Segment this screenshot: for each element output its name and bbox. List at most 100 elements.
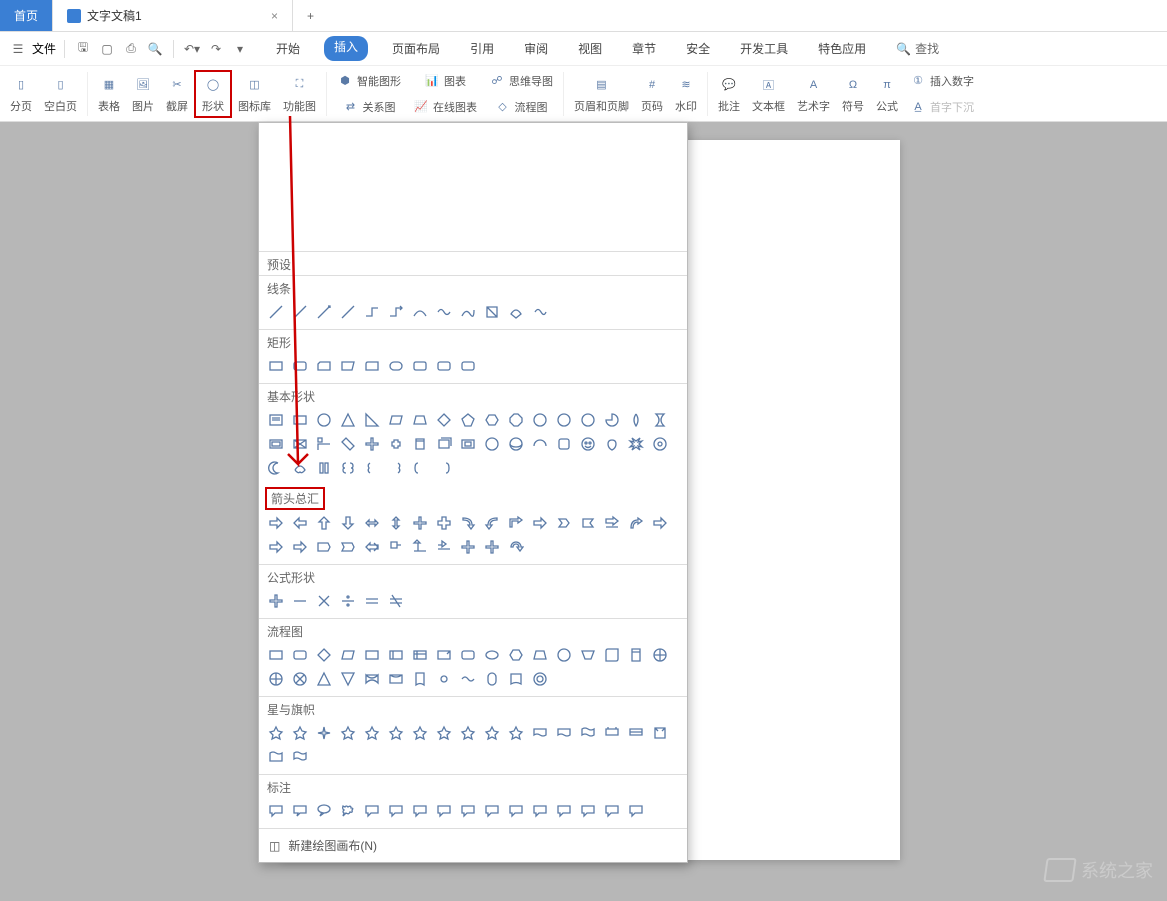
shape-option[interactable] [363,724,381,742]
shape-option[interactable] [627,514,645,532]
shape-option[interactable] [387,357,405,375]
shape-option[interactable] [411,459,429,477]
shape-option[interactable] [339,646,357,664]
shape-option[interactable] [579,411,597,429]
ribbon-relation[interactable]: ⇄关系图 [331,94,407,120]
shape-option[interactable] [459,357,477,375]
shape-option[interactable] [459,802,477,820]
tab-new-button[interactable]: + [293,0,328,31]
shape-option[interactable] [339,357,357,375]
ribbon-headerfooter[interactable]: ▤页眉和页脚 [568,72,635,116]
shape-option[interactable] [507,802,525,820]
shape-option[interactable] [651,646,669,664]
shape-option[interactable] [267,670,285,688]
shape-option[interactable] [603,646,621,664]
ribbon-funcimg[interactable]: ⛶功能图 [277,72,322,116]
preview-icon[interactable]: 🔍 [145,39,165,59]
search-button[interactable]: 🔍 查找 [896,40,939,57]
shape-option[interactable] [411,802,429,820]
shape-option[interactable] [387,802,405,820]
shape-option[interactable] [579,514,597,532]
shape-option[interactable] [483,646,501,664]
ribbon-insnum[interactable]: ①插入数字 [904,68,980,94]
undo-icon[interactable]: ↶▾ [182,39,202,59]
shape-option[interactable] [483,411,501,429]
shape-option[interactable] [315,592,333,610]
shape-option[interactable] [627,802,645,820]
ribbon-onlinechart[interactable]: 📈在线图表 [407,94,483,120]
ribbon-comment[interactable]: 💬批注 [712,72,746,116]
shape-option[interactable] [579,724,597,742]
shape-option[interactable] [363,357,381,375]
shape-option[interactable] [291,514,309,532]
shape-option[interactable] [411,357,429,375]
shape-option[interactable] [507,670,525,688]
ribbon-paging[interactable]: ▯分页 [4,72,38,116]
shape-option[interactable] [339,802,357,820]
shape-option[interactable] [267,411,285,429]
shape-option[interactable] [627,646,645,664]
shape-option[interactable] [435,459,453,477]
shape-option[interactable] [435,724,453,742]
shape-option[interactable] [267,802,285,820]
tab-document[interactable]: 文字文稿1 × [53,0,293,31]
shape-option[interactable] [459,538,477,556]
shape-option[interactable] [531,303,549,321]
shape-option[interactable] [315,459,333,477]
shape-option[interactable] [387,646,405,664]
shape-option[interactable] [411,646,429,664]
shape-option[interactable] [315,802,333,820]
shape-option[interactable] [291,303,309,321]
shape-option[interactable] [291,411,309,429]
ribbon-symbol[interactable]: Ω符号 [836,72,870,116]
ribbon-blank[interactable]: ▯空白页 [38,72,83,116]
shape-option[interactable] [435,514,453,532]
shape-option[interactable] [411,514,429,532]
shape-option[interactable] [507,538,525,556]
shape-option[interactable] [267,646,285,664]
shape-option[interactable] [507,724,525,742]
shape-option[interactable] [483,514,501,532]
shape-option[interactable] [435,357,453,375]
shape-option[interactable] [603,514,621,532]
ribbon-smart[interactable]: ⬢智能图形 [331,68,407,94]
ribbon-shapes[interactable]: ◯形状 [194,70,232,118]
shape-option[interactable] [555,514,573,532]
shape-option[interactable] [459,724,477,742]
shape-option[interactable] [315,435,333,453]
ribbon-pagenum[interactable]: #页码 [635,72,669,116]
shape-option[interactable] [531,724,549,742]
shape-option[interactable] [291,435,309,453]
menu-tab-layout[interactable]: 页面布局 [386,36,446,61]
shape-option[interactable] [339,514,357,532]
shape-option[interactable] [363,646,381,664]
shape-option[interactable] [435,303,453,321]
shape-option[interactable] [339,411,357,429]
shape-option[interactable] [507,646,525,664]
shape-option[interactable] [651,435,669,453]
shape-option[interactable] [507,303,525,321]
shape-option[interactable] [387,303,405,321]
shape-option[interactable] [483,670,501,688]
shape-option[interactable] [459,411,477,429]
shape-option[interactable] [483,303,501,321]
ribbon-formula[interactable]: π公式 [870,72,904,116]
shape-option[interactable] [411,724,429,742]
shape-option[interactable] [411,435,429,453]
shape-option[interactable] [291,748,309,766]
shape-option[interactable] [627,724,645,742]
shape-option[interactable] [531,802,549,820]
shape-option[interactable] [603,435,621,453]
shape-option[interactable] [435,538,453,556]
shape-option[interactable] [363,802,381,820]
shape-option[interactable] [339,538,357,556]
shape-option[interactable] [555,646,573,664]
shape-option[interactable] [291,538,309,556]
ribbon-image[interactable]: 🖼图片 [126,72,160,116]
shape-option[interactable] [603,802,621,820]
save-icon[interactable]: 🖫 [73,39,93,59]
shape-option[interactable] [579,435,597,453]
shape-option[interactable] [507,514,525,532]
shape-option[interactable] [267,724,285,742]
shape-option[interactable] [291,592,309,610]
